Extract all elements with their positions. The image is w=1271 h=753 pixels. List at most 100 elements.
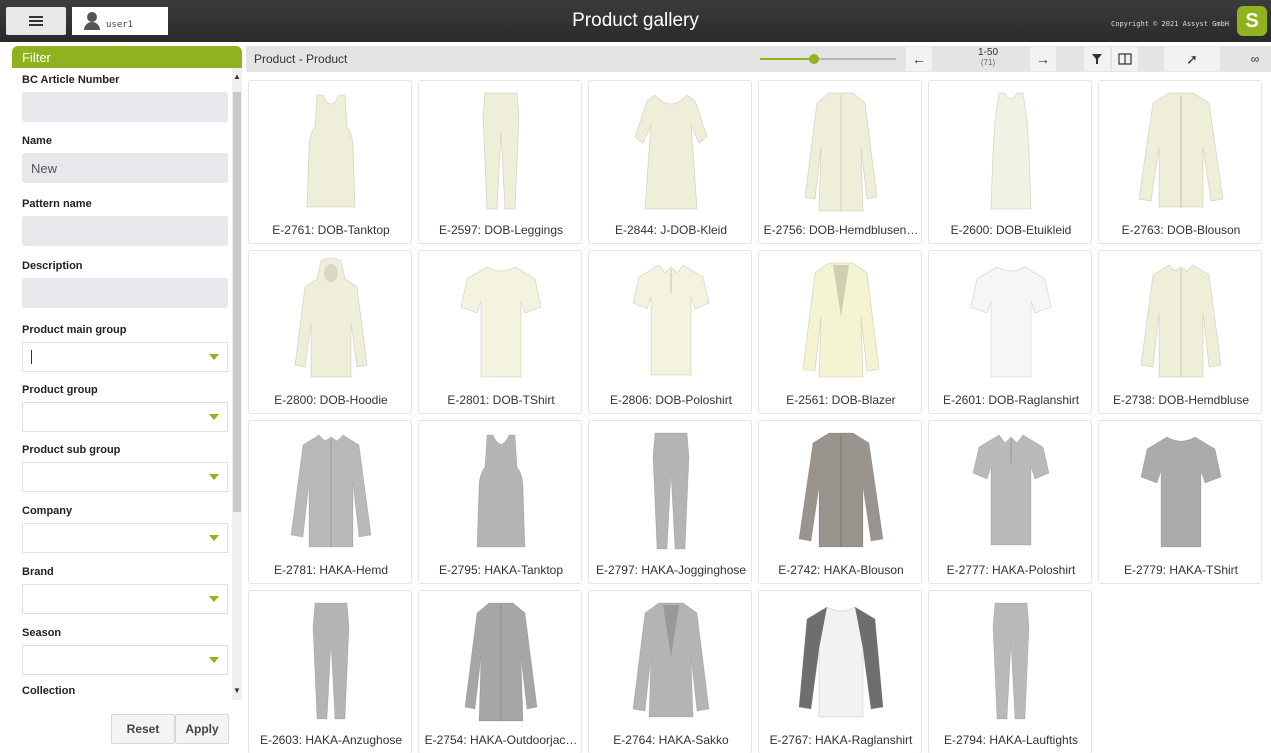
field-label: Collection bbox=[22, 685, 76, 697]
product-card[interactable]: E-2797: HAKA-Jogginghose bbox=[588, 420, 752, 584]
product-card[interactable]: E-2794: HAKA-Lauftights bbox=[928, 590, 1092, 753]
product-image bbox=[972, 434, 1050, 546]
product-label: E-2756: DOB-Hemdblusen… bbox=[763, 223, 919, 237]
description-input[interactable] bbox=[22, 278, 228, 308]
product-card[interactable]: E-2756: DOB-Hemdblusen… bbox=[758, 80, 922, 244]
product-main-group-select[interactable] bbox=[22, 342, 228, 372]
product-card[interactable]: E-2806: DOB-Poloshirt bbox=[588, 250, 752, 414]
product-card[interactable]: E-2738: DOB-Hemdbluse bbox=[1098, 250, 1262, 414]
product-label: E-2601: DOB-Raglanshirt bbox=[942, 393, 1080, 407]
chevron-down-icon[interactable] bbox=[209, 354, 219, 360]
share-icon[interactable]: ➚ bbox=[1164, 47, 1220, 71]
product-label: E-2738: DOB-Hemdbluse bbox=[1112, 393, 1250, 407]
filter-scrollbar[interactable]: ▲ ▼ bbox=[232, 68, 242, 700]
product-image bbox=[482, 92, 520, 210]
product-label: E-2795: HAKA-Tanktop bbox=[438, 563, 564, 577]
product-label: E-2794: HAKA-Lauftights bbox=[943, 733, 1079, 747]
page-range: 1-50 bbox=[977, 47, 998, 58]
filter-fields: BC Article Number Name New Pattern name Desc… bbox=[12, 68, 232, 698]
product-image bbox=[632, 602, 710, 718]
product-card[interactable]: E-2603: HAKA-Anzughose bbox=[248, 590, 412, 753]
field-label: Pattern name bbox=[22, 198, 92, 210]
funnel-icon[interactable] bbox=[1084, 47, 1110, 71]
product-image bbox=[652, 432, 690, 550]
product-image bbox=[1140, 264, 1222, 378]
reset-button[interactable]: Reset bbox=[111, 714, 175, 744]
pattern-name-input[interactable] bbox=[22, 216, 228, 246]
product-image bbox=[290, 434, 372, 548]
gallery-toolbar: Product - Product ← 1-50 (71) → ➚ ∞ bbox=[246, 46, 1271, 72]
product-image bbox=[632, 264, 710, 376]
page-title: Product gallery bbox=[572, 10, 699, 31]
product-image bbox=[306, 94, 356, 208]
product-label: E-2764: HAKA-Sakko bbox=[613, 733, 729, 747]
text-cursor bbox=[31, 350, 32, 364]
product-card[interactable]: E-2742: HAKA-Blouson bbox=[758, 420, 922, 584]
product-card[interactable]: E-2844: J-DOB-Kleid bbox=[588, 80, 752, 244]
filter-season: Season bbox=[22, 627, 228, 675]
product-card[interactable]: E-2795: HAKA-Tanktop bbox=[418, 420, 582, 584]
chevron-down-icon[interactable] bbox=[209, 596, 219, 602]
product-group-select[interactable] bbox=[22, 402, 228, 432]
zoom-slider[interactable] bbox=[760, 54, 896, 64]
product-card[interactable]: E-2801: DOB-TShirt bbox=[418, 250, 582, 414]
product-label: E-2600: DOB-Etuikleid bbox=[950, 223, 1072, 237]
zoom-slider-thumb[interactable] bbox=[809, 54, 820, 64]
product-label: E-2801: DOB-TShirt bbox=[447, 393, 555, 407]
product-image bbox=[798, 606, 884, 718]
infinity-icon[interactable]: ∞ bbox=[1240, 47, 1270, 71]
chevron-down-icon[interactable] bbox=[209, 414, 219, 420]
filter-pattern-name: Pattern name bbox=[22, 198, 228, 246]
app-header: user1 Product gallery Copyright © 2021 A… bbox=[0, 0, 1271, 42]
product-card[interactable]: E-2601: DOB-Raglanshirt bbox=[928, 250, 1092, 414]
field-label: Product group bbox=[22, 384, 98, 396]
scroll-up-icon[interactable]: ▲ bbox=[232, 72, 242, 84]
product-card[interactable]: E-2754: HAKA-Outdoorjac… bbox=[418, 590, 582, 753]
chevron-down-icon[interactable] bbox=[209, 474, 219, 480]
season-select[interactable] bbox=[22, 645, 228, 675]
arrow-left-icon[interactable]: ← bbox=[906, 47, 932, 71]
product-image bbox=[804, 92, 878, 212]
product-label: E-2754: HAKA-Outdoorjac… bbox=[424, 733, 578, 747]
product-card[interactable]: E-2779: HAKA-TShirt bbox=[1098, 420, 1262, 584]
brand-select[interactable] bbox=[22, 584, 228, 614]
filter-panel: Filter BC Article Number Name New Pattern n… bbox=[12, 46, 242, 750]
filter-title: Filter bbox=[12, 46, 242, 68]
product-card[interactable]: E-2767: HAKA-Raglanshirt bbox=[758, 590, 922, 753]
product-image bbox=[460, 266, 542, 378]
arrow-right-icon[interactable]: → bbox=[1030, 47, 1056, 71]
filter-bc-article-number: BC Article Number bbox=[22, 74, 228, 122]
product-card[interactable]: E-2761: DOB-Tanktop bbox=[248, 80, 412, 244]
name-input[interactable]: New bbox=[22, 153, 228, 183]
product-label: E-2781: HAKA-Hemd bbox=[273, 563, 389, 577]
filter-brand: Brand bbox=[22, 566, 228, 614]
field-label: BC Article Number bbox=[22, 74, 120, 86]
scroll-thumb[interactable] bbox=[233, 92, 241, 512]
company-select[interactable] bbox=[22, 523, 228, 553]
product-card[interactable]: E-2763: DOB-Blouson bbox=[1098, 80, 1262, 244]
pager: 1-50 (71) bbox=[958, 48, 1018, 68]
product-card[interactable]: E-2777: HAKA-Poloshirt bbox=[928, 420, 1092, 584]
product-card[interactable]: E-2781: HAKA-Hemd bbox=[248, 420, 412, 584]
product-label: E-2767: HAKA-Raglanshirt bbox=[769, 733, 913, 747]
product-card[interactable]: E-2800: DOB-Hoodie bbox=[248, 250, 412, 414]
columns-icon[interactable] bbox=[1112, 47, 1138, 71]
apply-button[interactable]: Apply bbox=[175, 714, 229, 744]
product-label: E-2561: DOB-Blazer bbox=[786, 393, 896, 407]
product-card[interactable]: E-2764: HAKA-Sakko bbox=[588, 590, 752, 753]
product-sub-group-select[interactable] bbox=[22, 462, 228, 492]
copyright-text: Copyright © 2021 Assyst GmbH bbox=[1110, 20, 1229, 28]
zoom-slider-fill bbox=[760, 58, 815, 60]
filter-company: Company bbox=[22, 505, 228, 553]
field-label: Product main group bbox=[22, 324, 127, 336]
product-image bbox=[634, 94, 708, 210]
chevron-down-icon[interactable] bbox=[209, 535, 219, 541]
product-card[interactable]: E-2561: DOB-Blazer bbox=[758, 250, 922, 414]
product-card[interactable]: E-2597: DOB-Leggings bbox=[418, 80, 582, 244]
chevron-down-icon[interactable] bbox=[209, 657, 219, 663]
product-gallery: E-2761: DOB-Tanktop E-2597: DOB-Leggings E… bbox=[246, 78, 1271, 753]
product-label: E-2777: HAKA-Poloshirt bbox=[946, 563, 1076, 577]
bc-article-number-input[interactable] bbox=[22, 92, 228, 122]
product-card[interactable]: E-2600: DOB-Etuikleid bbox=[928, 80, 1092, 244]
scroll-down-icon[interactable]: ▼ bbox=[232, 686, 242, 698]
